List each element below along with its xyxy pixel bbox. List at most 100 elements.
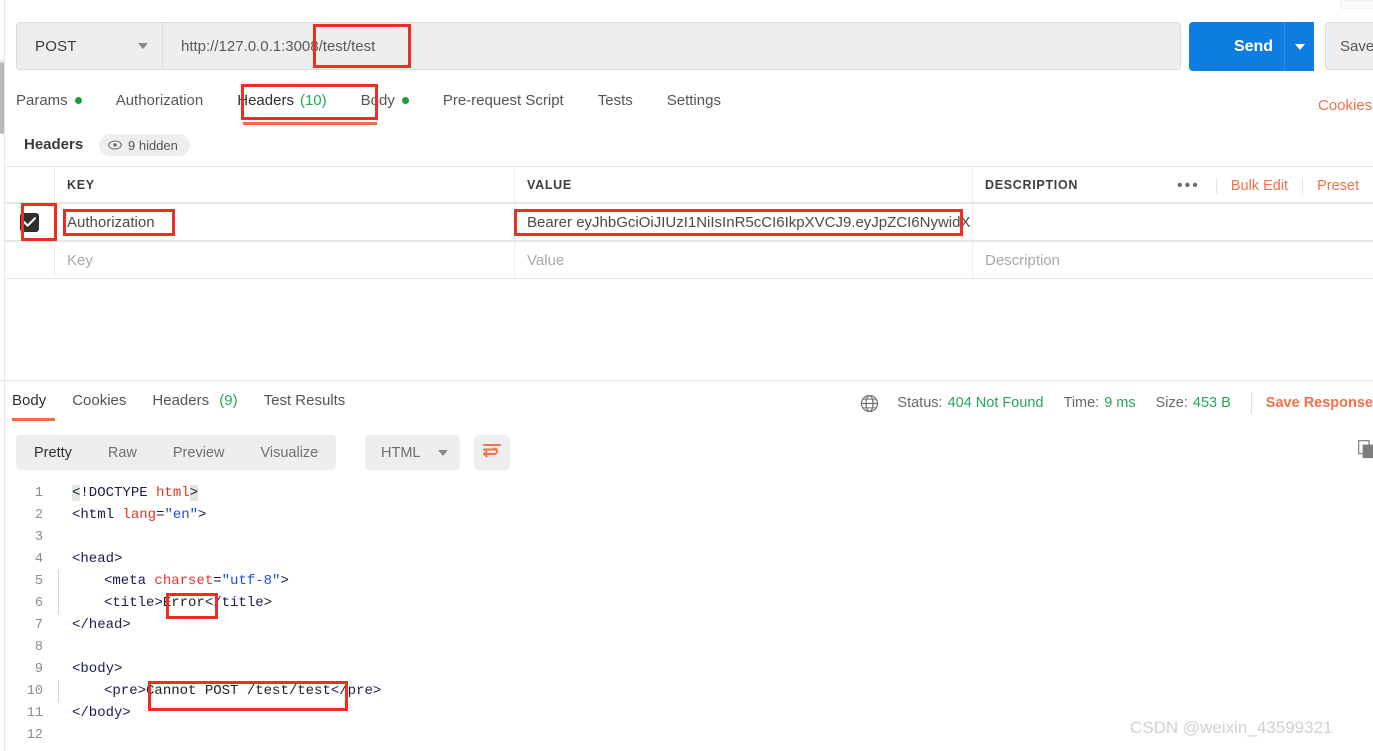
code-token: > <box>198 507 207 523</box>
row-key-cell[interactable]: Authorization <box>55 204 515 240</box>
code-text: <meta charset="utf-8"> <box>72 573 289 589</box>
row-description-cell[interactable] <box>973 204 1373 240</box>
viewer-button-raw[interactable]: Raw <box>90 445 155 461</box>
code-token: lang <box>122 507 157 523</box>
tab-label: Body <box>12 392 47 409</box>
time-value: 9 ms <box>1104 395 1136 411</box>
response-meta: Status: 404 Not Found Time: 9 ms Size: 4… <box>860 392 1373 414</box>
time-label: Time: <box>1063 395 1100 411</box>
table-actions: ••• Bulk Edit Preset <box>1161 167 1373 204</box>
code-fold-gutter <box>56 526 72 548</box>
left-scrollbar-thumb[interactable] <box>0 62 4 134</box>
save-button[interactable]: Save <box>1325 22 1373 70</box>
response-tab-body[interactable]: Body <box>12 392 46 409</box>
code-fold-gutter <box>56 724 72 746</box>
url-path-text: /test/test <box>318 37 376 55</box>
line-number: 4 <box>34 551 43 567</box>
code-line: 10 <pre>Cannot POST /test/test</pre> <box>0 680 1373 702</box>
row-key-cell-empty[interactable]: Key <box>55 242 515 278</box>
code-token: !DOCTYPE <box>80 485 157 501</box>
eye-icon <box>108 140 122 150</box>
url-bar: POST http://127.0.0.1:3008/test/test <box>16 22 1181 70</box>
table-row: Authorization Bearer eyJhbGciOiJIUzI1NiI… <box>5 203 1373 241</box>
response-tab-cookies[interactable]: Cookies <box>72 392 126 409</box>
tab-label: Cookies <box>72 392 127 409</box>
modified-dot-icon <box>401 97 409 104</box>
code-line: 1 <!DOCTYPE html> <box>0 482 1373 504</box>
code-text: <html lang="en"> <box>72 507 206 523</box>
response-tabs: Body Cookies Headers (9) Test Results <box>12 392 371 409</box>
viewer-button-preview[interactable]: Preview <box>155 445 243 461</box>
column-header-value: VALUE <box>527 177 572 192</box>
code-token: <html <box>72 507 123 523</box>
send-options-button[interactable] <box>1284 22 1314 71</box>
code-token: "utf-8" <box>221 573 281 589</box>
chevron-down-icon <box>1294 43 1305 50</box>
http-method-select[interactable]: POST <box>17 23 163 69</box>
row-value-cell-empty[interactable]: Value <box>515 242 973 278</box>
tab-label: Headers <box>152 392 210 409</box>
header-cell-check <box>5 167 55 202</box>
response-divider <box>0 380 1373 381</box>
response-body-code[interactable]: 1 <!DOCTYPE html> 2 <html lang="en"> 3 4 <head… <box>0 482 1373 746</box>
save-response-button[interactable]: Save Response <box>1266 395 1373 411</box>
request-tab-pre-request-script[interactable]: Pre-request Script <box>443 92 564 109</box>
response-active-tab-underline <box>12 418 55 421</box>
response-tab-test-results[interactable]: Test Results <box>264 392 346 409</box>
code-token: </pre> <box>330 683 382 699</box>
code-token: <meta <box>104 573 155 589</box>
request-tab-tests[interactable]: Tests <box>598 92 633 109</box>
row-value-cell[interactable]: Bearer eyJhbGciOiJIUzI1NiIsInR5cCI6IkpXV… <box>515 204 973 240</box>
code-line: 7 </head> <box>0 614 1373 636</box>
request-tab-headers[interactable]: Headers (10) <box>237 92 326 109</box>
code-text: <head> <box>72 551 122 567</box>
request-tab-params[interactable]: Params <box>16 92 82 109</box>
active-tab-underline <box>243 122 377 125</box>
key-placeholder: Key <box>67 251 93 269</box>
code-token: </body> <box>72 705 131 721</box>
wrap-lines-icon <box>482 442 502 463</box>
url-host-text: http://127.0.0.1:3008 <box>181 37 319 55</box>
response-tab-headers[interactable]: Headers (9) <box>152 392 237 409</box>
code-token: </title> <box>204 595 273 611</box>
request-tab-body[interactable]: Body <box>361 92 409 109</box>
tab-count: (10) <box>299 92 327 109</box>
tab-label: Authorization <box>115 92 204 109</box>
tab-label: Tests <box>597 92 633 109</box>
code-token: <title> <box>104 595 163 611</box>
request-tab-settings[interactable]: Settings <box>667 92 721 109</box>
code-token: <pre> <box>104 683 147 699</box>
preset-button[interactable]: Preset <box>1303 178 1373 194</box>
code-text: </body> <box>72 705 131 721</box>
code-line: 6 <title>Error</title> <box>0 592 1373 614</box>
tab-label: Test Results <box>263 392 346 409</box>
hidden-headers-pill[interactable]: 9 hidden <box>99 134 190 156</box>
row-checkbox-cell[interactable] <box>5 204 55 240</box>
response-format-select[interactable]: HTML <box>365 435 460 470</box>
line-number: 2 <box>34 507 43 523</box>
request-tab-authorization[interactable]: Authorization <box>116 92 204 109</box>
header-cell-value: VALUE <box>515 167 973 202</box>
meta-divider <box>1250 392 1252 414</box>
viewer-button-visualize[interactable]: Visualize <box>242 445 336 461</box>
bulk-edit-button[interactable]: Bulk Edit <box>1217 177 1304 194</box>
line-number: 7 <box>34 617 43 633</box>
code-fold-gutter <box>56 570 72 592</box>
tab-label: Pre-request Script <box>442 92 564 109</box>
code-token: <body> <box>72 661 123 677</box>
row-description-cell-empty[interactable]: Description <box>973 242 1373 278</box>
response-viewer-toolbar: Pretty Raw Preview Visualize <box>16 435 337 470</box>
checkbox-checked-icon[interactable] <box>20 212 39 232</box>
response-format-label: HTML <box>381 444 421 461</box>
copy-icon[interactable] <box>1357 439 1373 464</box>
wrap-lines-button[interactable] <box>474 435 510 470</box>
line-number: 5 <box>34 573 43 589</box>
url-input[interactable]: http://127.0.0.1:3008/test/test <box>163 23 1180 69</box>
more-options-icon[interactable]: ••• <box>1161 177 1217 194</box>
code-fold-gutter <box>56 504 72 526</box>
modified-dot-icon <box>74 97 82 104</box>
cookies-link[interactable]: Cookies <box>1318 97 1372 114</box>
row-checkbox-cell-empty[interactable] <box>5 242 55 278</box>
viewer-button-pretty[interactable]: Pretty <box>16 445 90 461</box>
http-method-label: POST <box>35 37 77 55</box>
